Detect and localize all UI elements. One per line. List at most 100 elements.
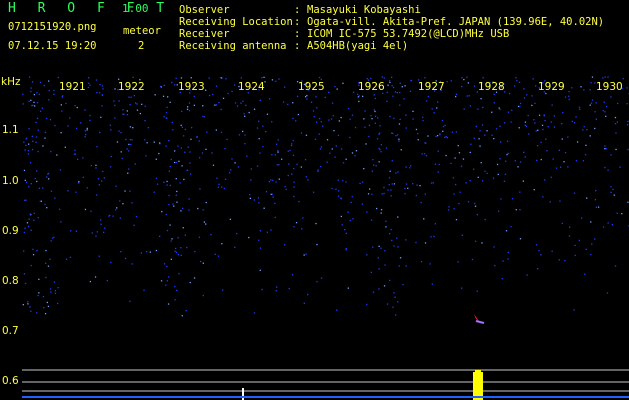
noise-speck bbox=[136, 109, 139, 111]
noise-speck bbox=[455, 95, 457, 98]
noise-speck bbox=[328, 91, 330, 93]
noise-speck bbox=[391, 85, 393, 87]
noise-speck bbox=[43, 307, 45, 309]
noise-speck bbox=[101, 105, 103, 107]
noise-speck bbox=[57, 302, 59, 305]
noise-speck bbox=[417, 139, 419, 141]
noise-speck bbox=[591, 76, 594, 78]
noise-speck bbox=[159, 235, 161, 237]
noise-speck bbox=[455, 219, 458, 221]
app-version: 1.00 bbox=[122, 2, 149, 15]
noise-speck bbox=[179, 182, 181, 184]
noise-speck bbox=[438, 163, 440, 166]
noise-speck bbox=[271, 154, 273, 156]
noise-speck bbox=[54, 197, 56, 199]
noise-speck bbox=[543, 115, 545, 117]
noise-speck bbox=[362, 95, 364, 97]
info-colon: : bbox=[294, 16, 301, 28]
noise-speck bbox=[340, 198, 343, 200]
noise-speck bbox=[431, 283, 433, 285]
noise-speck bbox=[166, 180, 168, 183]
noise-speck bbox=[496, 163, 499, 166]
noise-speck bbox=[467, 201, 470, 203]
noise-speck bbox=[441, 119, 444, 122]
noise-speck bbox=[60, 132, 62, 134]
noise-speck bbox=[466, 76, 468, 78]
noise-speck bbox=[178, 273, 180, 275]
noise-speck bbox=[191, 127, 193, 129]
noise-speck bbox=[281, 158, 283, 160]
noise-speck bbox=[421, 153, 423, 155]
noise-speck bbox=[402, 284, 404, 286]
noise-speck bbox=[295, 222, 298, 224]
noise-speck bbox=[331, 148, 333, 150]
noise-speck bbox=[122, 203, 124, 205]
noise-speck bbox=[345, 247, 347, 250]
noise-speck bbox=[610, 186, 612, 188]
noise-speck bbox=[357, 93, 359, 95]
noise-speck bbox=[564, 260, 566, 262]
noise-speck bbox=[45, 276, 47, 279]
noise-speck bbox=[515, 209, 517, 211]
noise-speck bbox=[186, 169, 189, 171]
noise-speck bbox=[36, 312, 38, 314]
noise-speck bbox=[385, 147, 388, 149]
noise-speck bbox=[31, 81, 34, 83]
noise-speck bbox=[27, 153, 30, 155]
noise-speck bbox=[500, 141, 502, 143]
noise-speck bbox=[109, 124, 111, 126]
noise-speck bbox=[450, 80, 452, 82]
noise-speck bbox=[560, 166, 562, 168]
noise-speck bbox=[486, 172, 488, 174]
noise-speck bbox=[97, 178, 99, 180]
noise-speck bbox=[187, 106, 189, 108]
noise-speck bbox=[371, 118, 373, 120]
noise-speck bbox=[265, 131, 267, 133]
noise-speck bbox=[174, 285, 176, 288]
noise-speck bbox=[318, 133, 320, 135]
noise-speck bbox=[293, 186, 295, 188]
noise-speck bbox=[115, 209, 117, 211]
noise-speck bbox=[257, 197, 260, 199]
noise-speck bbox=[291, 173, 293, 175]
noise-speck bbox=[101, 85, 104, 87]
noise-speck bbox=[274, 202, 276, 204]
noise-speck bbox=[359, 182, 361, 185]
noise-speck bbox=[349, 136, 351, 139]
noise-speck bbox=[383, 192, 385, 195]
noise-speck bbox=[35, 136, 38, 138]
noise-speck bbox=[67, 125, 69, 127]
noise-speck bbox=[500, 198, 502, 200]
noise-speck bbox=[46, 301, 48, 304]
noise-speck bbox=[555, 167, 558, 169]
noise-speck bbox=[482, 77, 484, 79]
noise-speck bbox=[380, 212, 382, 214]
noise-speck bbox=[39, 110, 42, 112]
noise-speck bbox=[312, 191, 315, 193]
noise-speck bbox=[455, 131, 457, 133]
noise-speck bbox=[78, 181, 80, 183]
noise-speck bbox=[424, 193, 426, 195]
noise-speck bbox=[30, 87, 32, 89]
noise-speck bbox=[33, 219, 35, 221]
noise-speck bbox=[190, 138, 192, 140]
noise-speck bbox=[234, 84, 236, 86]
noise-speck bbox=[263, 76, 265, 78]
noise-speck bbox=[208, 94, 211, 97]
noise-speck bbox=[186, 246, 188, 249]
noise-speck bbox=[367, 193, 370, 195]
noise-speck bbox=[326, 139, 329, 141]
noise-speck bbox=[397, 216, 399, 218]
noise-speck bbox=[567, 136, 569, 138]
info-key: Receiver bbox=[179, 28, 230, 40]
noise-speck bbox=[392, 86, 395, 89]
noise-speck bbox=[519, 209, 521, 211]
noise-speck bbox=[183, 135, 185, 137]
noise-speck bbox=[272, 179, 274, 181]
noise-speck bbox=[24, 282, 27, 285]
noise-speck bbox=[610, 191, 612, 193]
noise-speck bbox=[331, 187, 333, 190]
noise-speck bbox=[364, 110, 366, 112]
noise-speck bbox=[427, 95, 429, 98]
noise-speck bbox=[626, 87, 628, 89]
